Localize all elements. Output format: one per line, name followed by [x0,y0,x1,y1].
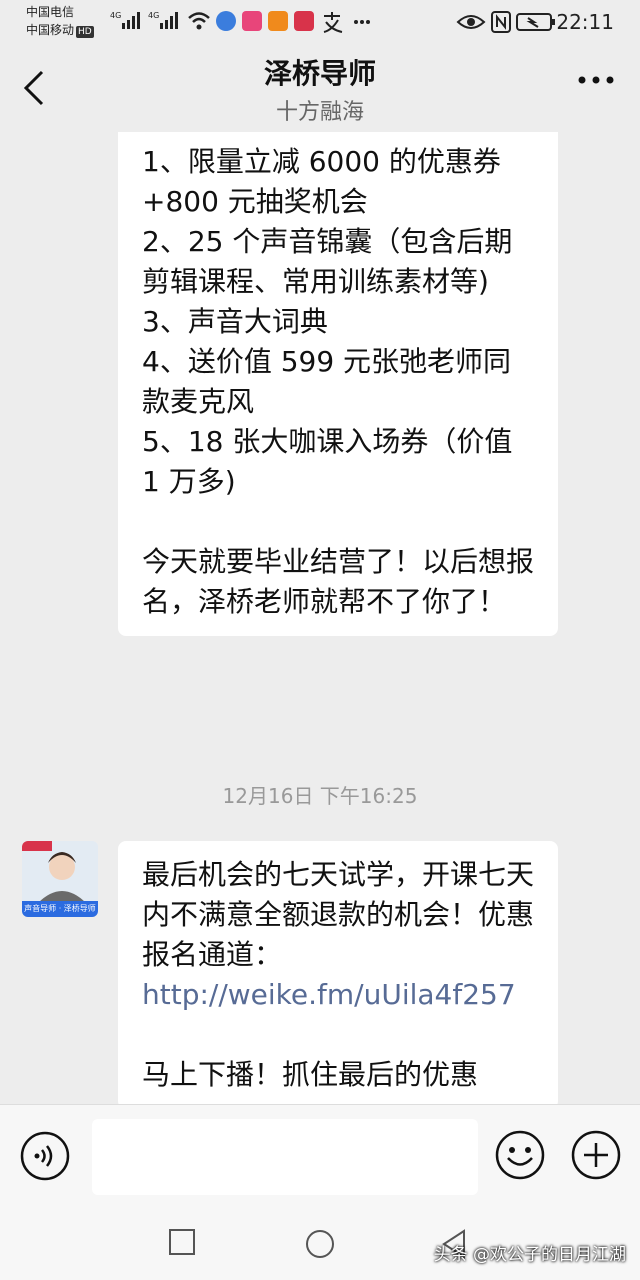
status-bar: 中国电信 中国移动 HD 4G 4G 22:11 [0,0,640,44]
video-app-icon [268,11,288,31]
carrier-2: 中国移动 [26,23,75,37]
message-text: 最后机会的七天试学，开课七天内不满意全额退款的机会！优惠报名通道： [142,858,535,971]
message-line: 4、送价值 599 元张弛老师同款麦克风 [142,345,512,418]
watermark: 头条 @欢公子的日月江湖 [433,1245,626,1265]
book-app-icon [294,11,314,31]
chat-header: 泽桥导师 十方融海 [0,44,640,132]
carrier-1: 中国电信 [26,5,75,19]
chat-subtitle: 十方融海 [275,100,364,125]
music-app-icon [216,11,236,31]
clock: 22:11 [556,10,614,34]
wifi-icon [188,12,210,30]
signal-icon-1: 4G [110,11,140,29]
chat-title: 泽桥导师 [263,57,376,90]
carrier-info: 中国电信 中国移动 HD [26,3,94,39]
avatar[interactable]: 声音导师 · 泽桥导师 [22,841,98,917]
message-line: 2、25 个声音锦囊（包含后期剪辑课程、常用训练素材等) [142,225,513,298]
message-line: 3、声音大词典 [142,305,328,338]
avatar-badge: 声音导师 · 泽桥导师 [24,904,96,913]
signal-icon-2: 4G [148,11,178,29]
message-bubble[interactable]: 最后机会的七天试学，开课七天内不满意全额退款的机会！优惠报名通道： http://… [118,841,558,1104]
home-circle-icon[interactable] [304,1228,336,1260]
message-input[interactable] [92,1119,478,1195]
message-line: 5、18 张大咖课入场券（价值 1 万多) [142,425,513,498]
message-line: 1、限量立减 6000 的优惠券+800 元抽奖机会 [142,145,501,218]
more-dots-icon [354,20,370,24]
add-plus-icon[interactable] [570,1129,622,1181]
app-icon-pink [242,11,262,31]
message-text: 马上下播！抓住最后的优惠 [142,1058,479,1091]
emoji-icon[interactable] [494,1129,546,1181]
message-link[interactable]: http://weike.fm/uUila4f257 [142,978,516,1011]
hd-badge: HD [76,26,94,38]
network-type-1: 4G [110,11,121,20]
voice-input-icon[interactable] [20,1131,70,1181]
more-options-icon[interactable] [576,74,616,86]
system-nav-bar: 头条 @欢公子的日月江湖 [0,1204,640,1280]
message-timestamp: 12月16日 下午16:25 [222,784,418,808]
message-line: 今天就要毕业结营了！以后想报名，泽桥老师就帮不了你了！ [142,545,535,618]
recent-apps-icon[interactable] [168,1228,196,1256]
chat-area[interactable]: 1、限量立减 6000 的优惠券+800 元抽奖机会 2、25 个声音锦囊（包含… [0,132,640,1104]
nfc-icon [491,11,511,33]
eye-icon [456,15,486,29]
network-type-2: 4G [148,11,159,20]
alipay-icon [323,12,343,33]
input-bar [0,1104,640,1205]
battery-icon [516,13,555,31]
message-bubble[interactable]: 1、限量立减 6000 的优惠券+800 元抽奖机会 2、25 个声音锦囊（包含… [118,132,558,636]
